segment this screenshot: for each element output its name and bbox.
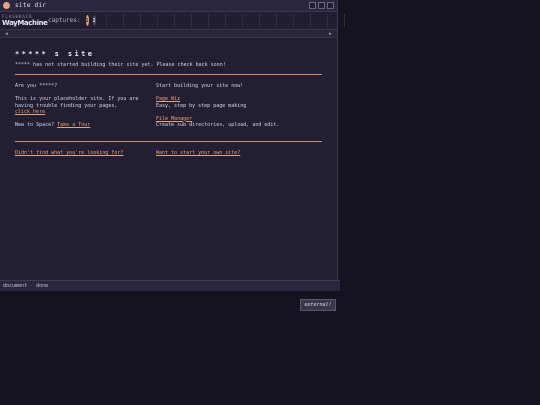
new-to-space-text: New to Space?: [15, 122, 55, 128]
logo-line-2: WayMachine: [2, 19, 48, 27]
timeline-cell: [326, 14, 344, 27]
status-bar: document · done: [0, 280, 340, 291]
file-manager-link[interactable]: File Manager: [156, 116, 192, 122]
close-icon[interactable]: [327, 2, 334, 9]
timeline-cell: [207, 14, 225, 27]
timeline-cell: [241, 14, 259, 27]
divider: [15, 74, 322, 75]
wayback-logo[interactable]: FLASHBACK WayMachine: [2, 13, 48, 28]
start-site-link[interactable]: Want to start your own site?: [156, 150, 240, 157]
timeline-cell: [190, 14, 208, 27]
capture-button-1[interactable]: 1: [85, 15, 89, 26]
take-a-tour-link[interactable]: Take a Tour: [57, 122, 90, 128]
page-title: ***** s site: [15, 50, 95, 58]
nav-bar: ◀ ▶: [0, 30, 337, 38]
timeline-cell: [309, 14, 327, 27]
file-manager-description: Create sub directories, upload, and edit…: [156, 122, 280, 128]
forward-arrow-icon[interactable]: ▶: [329, 31, 332, 37]
status-left: document: [3, 283, 28, 289]
timeline-cell: [122, 14, 140, 27]
timeline-cell: [258, 14, 276, 27]
placeholder-text: This is your placeholder site. If you ar…: [15, 96, 139, 109]
page-content: ***** s site ***** has not started build…: [0, 38, 337, 280]
capture-button-2[interactable]: 2: [92, 15, 96, 26]
minimize-icon[interactable]: [309, 2, 316, 9]
timeline-cell: [224, 14, 242, 27]
timeline-cell: [105, 14, 123, 27]
toolbar: FLASHBACK WayMachine captures: 1 2: [0, 12, 345, 30]
status-right: done: [36, 283, 49, 289]
right-column: Start building your site now! Page Wiz E…: [156, 83, 326, 129]
timeline-cell: [275, 14, 293, 27]
timeline-grid: [105, 14, 361, 27]
timeline-cell: [156, 14, 174, 27]
tour-line: New to Space? Take a Tour: [15, 122, 147, 129]
maximize-icon[interactable]: [318, 2, 325, 9]
title-bar: site dir: [0, 0, 337, 12]
not-found-link[interactable]: Didn't find what you're looking for?: [15, 150, 123, 157]
timeline-cell: [343, 14, 361, 27]
window-controls: [309, 2, 334, 9]
timeline-cell: [139, 14, 157, 27]
click-here-link[interactable]: click here: [15, 109, 45, 115]
app-icon: [3, 2, 10, 9]
left-column: Are you *****? This is your placeholder …: [15, 83, 147, 129]
intro-text: ***** has not started building their sit…: [15, 62, 226, 68]
window-title: site dir: [15, 2, 47, 9]
page-wiz-link[interactable]: Page Wiz: [156, 96, 180, 102]
timeline-cell: [292, 14, 310, 27]
divider: [15, 141, 322, 142]
captures-label: captures:: [48, 17, 81, 24]
browser-window: site dir FLASHBACK WayMachine captures: …: [0, 0, 345, 291]
back-arrow-icon[interactable]: ◀: [5, 31, 8, 37]
timeline-cell: [173, 14, 191, 27]
external-button[interactable]: external!: [300, 299, 336, 311]
status-separator: ·: [30, 283, 34, 289]
